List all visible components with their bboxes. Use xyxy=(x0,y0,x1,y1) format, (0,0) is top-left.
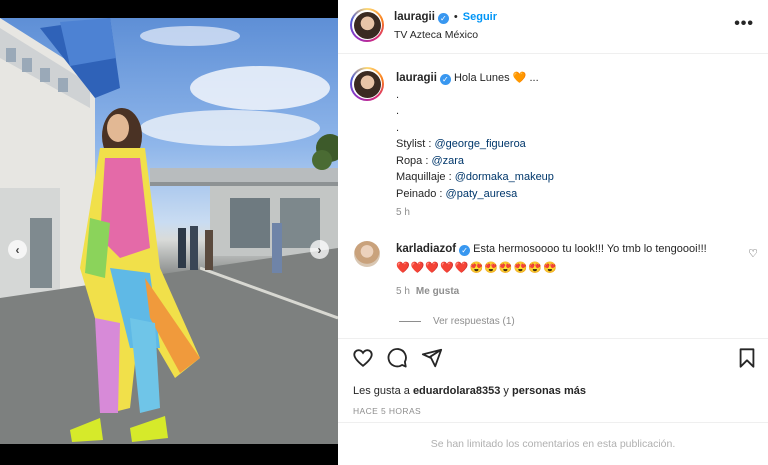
credit-label: Ropa : xyxy=(396,154,432,167)
credit-clothes: Ropa : @zara xyxy=(396,153,756,170)
verified-badge-icon: ✓ xyxy=(459,245,471,256)
post-actions xyxy=(338,338,768,374)
save-bookmark-icon[interactable] xyxy=(736,347,758,369)
photo-scene xyxy=(0,18,338,444)
post-modal: ‹ › lauragii ✓ • Seguir TV Azteca México ••… xyxy=(0,0,768,465)
credit-label: Stylist : xyxy=(396,138,435,150)
credit-hair: Peinado : @paty_auresa xyxy=(396,186,756,203)
other-likers-link[interactable]: personas más xyxy=(512,385,586,397)
like-heart-icon[interactable] xyxy=(352,347,374,369)
next-photo-button[interactable]: › xyxy=(310,240,329,259)
post-location[interactable]: TV Azteca México xyxy=(394,29,478,41)
credit-makeup: Maquillaje : @dormaka_makeup xyxy=(396,169,756,186)
credit-label: Peinado : xyxy=(396,187,446,200)
post-age[interactable]: HACE 5 HORAS xyxy=(353,406,421,416)
comment-like-heart-icon[interactable]: ♡ xyxy=(748,247,758,260)
comment-bubble-icon[interactable] xyxy=(386,347,408,369)
commenter-avatar[interactable] xyxy=(354,241,380,267)
mention-link[interactable]: @george_figueroa xyxy=(435,138,526,150)
post-details-panel: lauragii ✓ • Seguir TV Azteca México ••• la… xyxy=(338,0,768,465)
comment-text: Esta hermosoooo tu look!!! Yo tmb lo ten… xyxy=(473,243,707,255)
header-user-line: lauragii ✓ • Seguir xyxy=(394,11,497,24)
view-replies-button[interactable]: Ver respuestas (1) xyxy=(399,316,515,327)
likes-middle: y xyxy=(500,385,512,397)
caption-dot-line: . xyxy=(396,121,400,134)
caption-ellipsis: ... xyxy=(529,72,539,84)
caption-dot-line: . xyxy=(396,105,400,117)
comments-section[interactable]: lauragii ✓ Hola Lunes 🧡 ... . . . Stylist… xyxy=(338,55,768,338)
comment-like-button[interactable]: Me gusta xyxy=(416,286,459,297)
author-avatar[interactable] xyxy=(350,8,384,42)
verified-badge-icon: ✓ xyxy=(437,13,449,24)
caption-dot-line: . xyxy=(396,88,400,101)
caption-avatar-image xyxy=(353,70,381,98)
comment-emojis: ❤️❤️❤️❤️❤️😍😍😍😍😍😍 xyxy=(396,262,558,274)
verified-badge-icon: ✓ xyxy=(439,74,451,85)
replies-divider xyxy=(399,321,421,322)
caption-greeting: Hola Lunes xyxy=(453,72,510,84)
mention-link[interactable]: @paty_auresa xyxy=(446,188,518,200)
caption-username[interactable]: lauragii xyxy=(396,72,437,84)
comment-meta: 5 h Me gusta xyxy=(396,286,459,297)
mention-link[interactable]: @zara xyxy=(431,155,464,167)
comment-body: karladiazof ✓ Esta hermosoooo tu look!!! … xyxy=(396,241,736,276)
follow-button[interactable]: Seguir xyxy=(463,11,497,23)
commenter-username[interactable]: karladiazof xyxy=(396,243,456,255)
caption-text: lauragii ✓ Hola Lunes 🧡 ... . . . Stylist… xyxy=(396,70,756,202)
previous-photo-button[interactable]: ‹ xyxy=(8,240,27,259)
likes-prefix: Les gusta a xyxy=(353,385,413,397)
separator-dot: • xyxy=(453,11,458,23)
post-photo[interactable]: ‹ › xyxy=(0,18,338,444)
caption-avatar[interactable] xyxy=(350,67,384,101)
likes-summary: Les gusta a eduardolara8353 y personas m… xyxy=(353,385,586,397)
view-replies-label: Ver respuestas (1) xyxy=(433,316,515,327)
share-send-icon[interactable] xyxy=(421,347,443,369)
more-options-icon[interactable]: ••• xyxy=(734,15,754,33)
orange-heart-emoji: 🧡 xyxy=(512,72,527,84)
credit-label: Maquillaje : xyxy=(396,171,455,183)
caption-timestamp[interactable]: 5 h xyxy=(396,207,410,218)
liker-username[interactable]: eduardolara8353 xyxy=(413,385,500,397)
credit-stylist: Stylist : @george_figueroa xyxy=(396,136,756,153)
comments-limited-notice: Se han limitado los comentarios en esta … xyxy=(338,422,768,465)
mention-link[interactable]: @dormaka_makeup xyxy=(455,171,554,183)
author-avatar-image xyxy=(353,11,381,39)
author-username[interactable]: lauragii xyxy=(394,11,435,23)
post-header: lauragii ✓ • Seguir TV Azteca México ••• xyxy=(338,0,768,54)
comment-timestamp[interactable]: 5 h xyxy=(396,286,410,297)
